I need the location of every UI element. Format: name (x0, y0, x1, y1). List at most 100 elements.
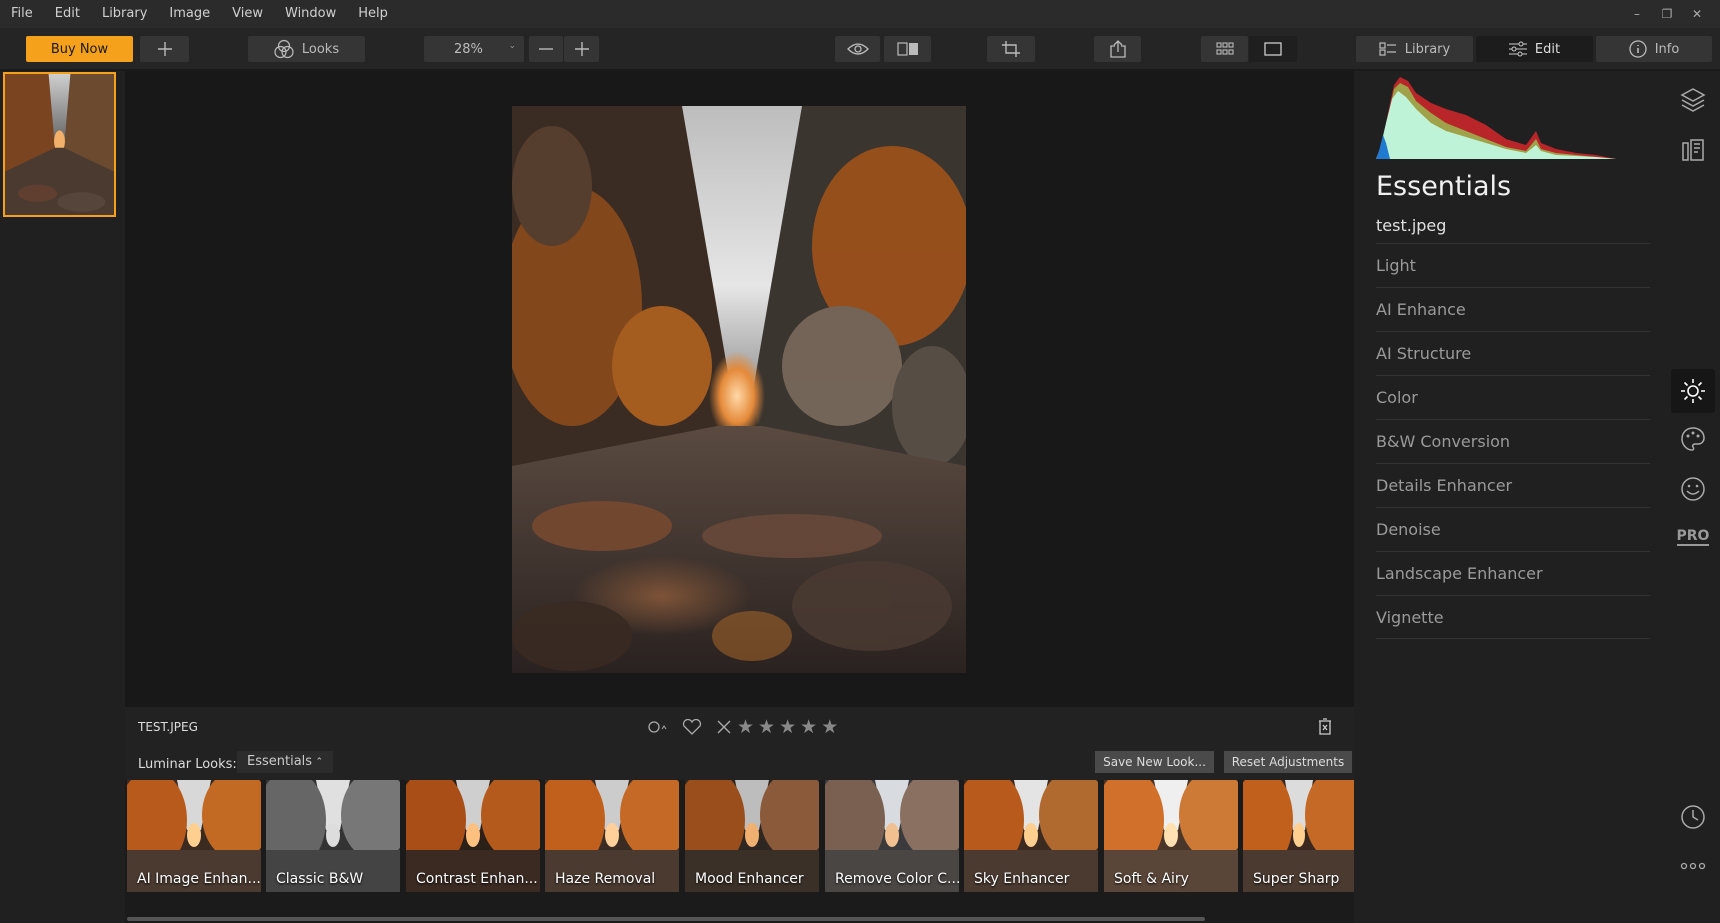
layers-icon (1680, 88, 1706, 112)
tool-list: Light AI Enhance AI Structure Color B&W … (1376, 243, 1650, 639)
creative-button[interactable] (1671, 417, 1715, 461)
preview-button[interactable] (835, 36, 880, 62)
tab-edit[interactable]: Edit (1476, 36, 1593, 62)
tool-details-enhancer[interactable]: Details Enhancer (1376, 463, 1650, 507)
tool-light[interactable]: Light (1376, 243, 1650, 287)
look-thumbnail[interactable]: Super Sharp (1243, 780, 1354, 892)
single-image-icon (1264, 42, 1282, 56)
rating-area: ★ ★ ★ ★ ★ (647, 717, 838, 737)
looks-icon (274, 39, 294, 59)
star-3-icon[interactable]: ★ (779, 717, 796, 737)
image-info-bar: TEST.JPEG ★ ★ ★ ★ ★ (125, 707, 1354, 747)
layers-button[interactable] (1671, 77, 1715, 121)
smiley-icon (1681, 477, 1705, 501)
portrait-button[interactable] (1671, 467, 1715, 511)
crop-icon (1002, 41, 1020, 57)
star-1-icon[interactable]: ★ (737, 717, 754, 737)
look-label: Contrast Enhan... (416, 871, 538, 887)
look-label: Sky Enhancer (974, 871, 1070, 887)
tool-vignette[interactable]: Vignette (1376, 595, 1650, 639)
look-thumbnail[interactable]: Mood Enhancer (685, 780, 819, 892)
looks-scrollbar[interactable] (127, 917, 1205, 921)
compare-button[interactable] (884, 36, 931, 62)
save-new-look-button[interactable]: Save New Look... (1095, 751, 1214, 773)
look-thumbnail[interactable]: Haze Removal (545, 780, 679, 892)
heart-icon[interactable] (681, 719, 703, 735)
look-label: Classic B&W (276, 871, 364, 887)
look-thumbnail[interactable]: AI Image Enhan... (127, 780, 261, 892)
minimize-button[interactable]: – (1622, 7, 1652, 21)
menu-view[interactable]: View (221, 0, 274, 28)
look-thumbnail[interactable]: Soft & Airy (1104, 780, 1238, 892)
image-canvas[interactable] (125, 71, 1354, 707)
tab-info-label: Info (1654, 41, 1680, 57)
filmstrip-thumbnail[interactable] (3, 72, 116, 217)
zoom-select[interactable]: 28% ⌄ (424, 36, 524, 62)
buy-now-button[interactable]: Buy Now (26, 36, 133, 62)
compare-icon (896, 42, 918, 56)
menu-window[interactable]: Window (274, 0, 347, 28)
tab-library[interactable]: Library (1356, 36, 1473, 62)
share-button[interactable] (1094, 36, 1141, 62)
color-label-icon[interactable] (647, 720, 671, 734)
canvas-tools-button[interactable] (1671, 128, 1715, 172)
look-thumbnail[interactable]: Classic B&W (266, 780, 400, 892)
look-label: AI Image Enhan... (137, 871, 261, 887)
menu-library[interactable]: Library (91, 0, 158, 28)
looks-strip: AI Image Enhan... Classic B&W Contrast E… (125, 780, 1354, 892)
zoom-in-button[interactable] (564, 36, 599, 62)
edit-panel: Essentials test.jpeg Light AI Enhance AI… (1354, 71, 1666, 923)
info-icon (1629, 40, 1647, 58)
eye-icon (846, 43, 869, 55)
tool-color[interactable]: Color (1376, 375, 1650, 419)
tool-ai-structure[interactable]: AI Structure (1376, 331, 1650, 375)
restore-button[interactable]: ❐ (1652, 7, 1682, 21)
crop-button[interactable] (987, 36, 1035, 62)
trash-icon[interactable] (1318, 718, 1332, 735)
look-thumbnail[interactable]: Contrast Enhan... (406, 780, 540, 892)
look-thumbnail[interactable]: Sky Enhancer (964, 780, 1098, 892)
canvas-tools-icon (1682, 139, 1704, 161)
more-button[interactable] (1671, 844, 1715, 888)
star-4-icon[interactable]: ★ (800, 717, 817, 737)
star-5-icon[interactable]: ★ (821, 717, 838, 737)
zoom-value: 28% (454, 41, 483, 57)
look-label: Super Sharp (1253, 871, 1340, 887)
menu-edit[interactable]: Edit (44, 0, 91, 28)
tool-bw-conversion[interactable]: B&W Conversion (1376, 419, 1650, 463)
library-icon (1379, 42, 1396, 56)
history-button[interactable] (1671, 795, 1715, 839)
menu-bar: File Edit Library Image View Window Help… (0, 0, 1720, 28)
looks-button[interactable]: Looks (248, 36, 365, 62)
chevron-down-icon: ⌄ (508, 41, 516, 51)
panel-title: Essentials (1376, 171, 1512, 202)
close-button[interactable]: ✕ (1682, 7, 1712, 21)
menu-image[interactable]: Image (158, 0, 221, 28)
look-label: Soft & Airy (1114, 871, 1189, 887)
look-thumbnail[interactable]: Remove Color C... (825, 780, 959, 892)
grid-view-button[interactable] (1201, 36, 1248, 62)
clock-icon (1681, 805, 1705, 829)
toolbar: Buy Now Looks 28% ⌄ Library Edit Info (0, 28, 1720, 70)
looks-bar-label: Luminar Looks: (138, 757, 237, 772)
tool-landscape-enhancer[interactable]: Landscape Enhancer (1376, 551, 1650, 595)
looks-collection-select[interactable]: Essentials ⌃ (237, 751, 333, 773)
add-button[interactable] (140, 36, 189, 62)
more-icon (1680, 862, 1706, 870)
image-filename: TEST.JPEG (138, 720, 198, 734)
tab-info[interactable]: Info (1596, 36, 1712, 62)
menu-file[interactable]: File (0, 0, 44, 28)
plus-icon (574, 42, 589, 56)
essentials-button[interactable] (1671, 369, 1715, 413)
palette-icon (1681, 427, 1705, 451)
menu-help[interactable]: Help (347, 0, 399, 28)
reset-adjustments-button[interactable]: Reset Adjustments (1224, 751, 1352, 773)
tool-denoise[interactable]: Denoise (1376, 507, 1650, 551)
looks-label: Looks (301, 41, 340, 57)
pro-button[interactable]: PRO (1671, 515, 1715, 559)
star-2-icon[interactable]: ★ (758, 717, 775, 737)
tool-ai-enhance[interactable]: AI Enhance (1376, 287, 1650, 331)
zoom-out-button[interactable] (529, 36, 563, 62)
reject-icon[interactable] (715, 719, 733, 735)
single-view-button[interactable] (1249, 36, 1297, 62)
